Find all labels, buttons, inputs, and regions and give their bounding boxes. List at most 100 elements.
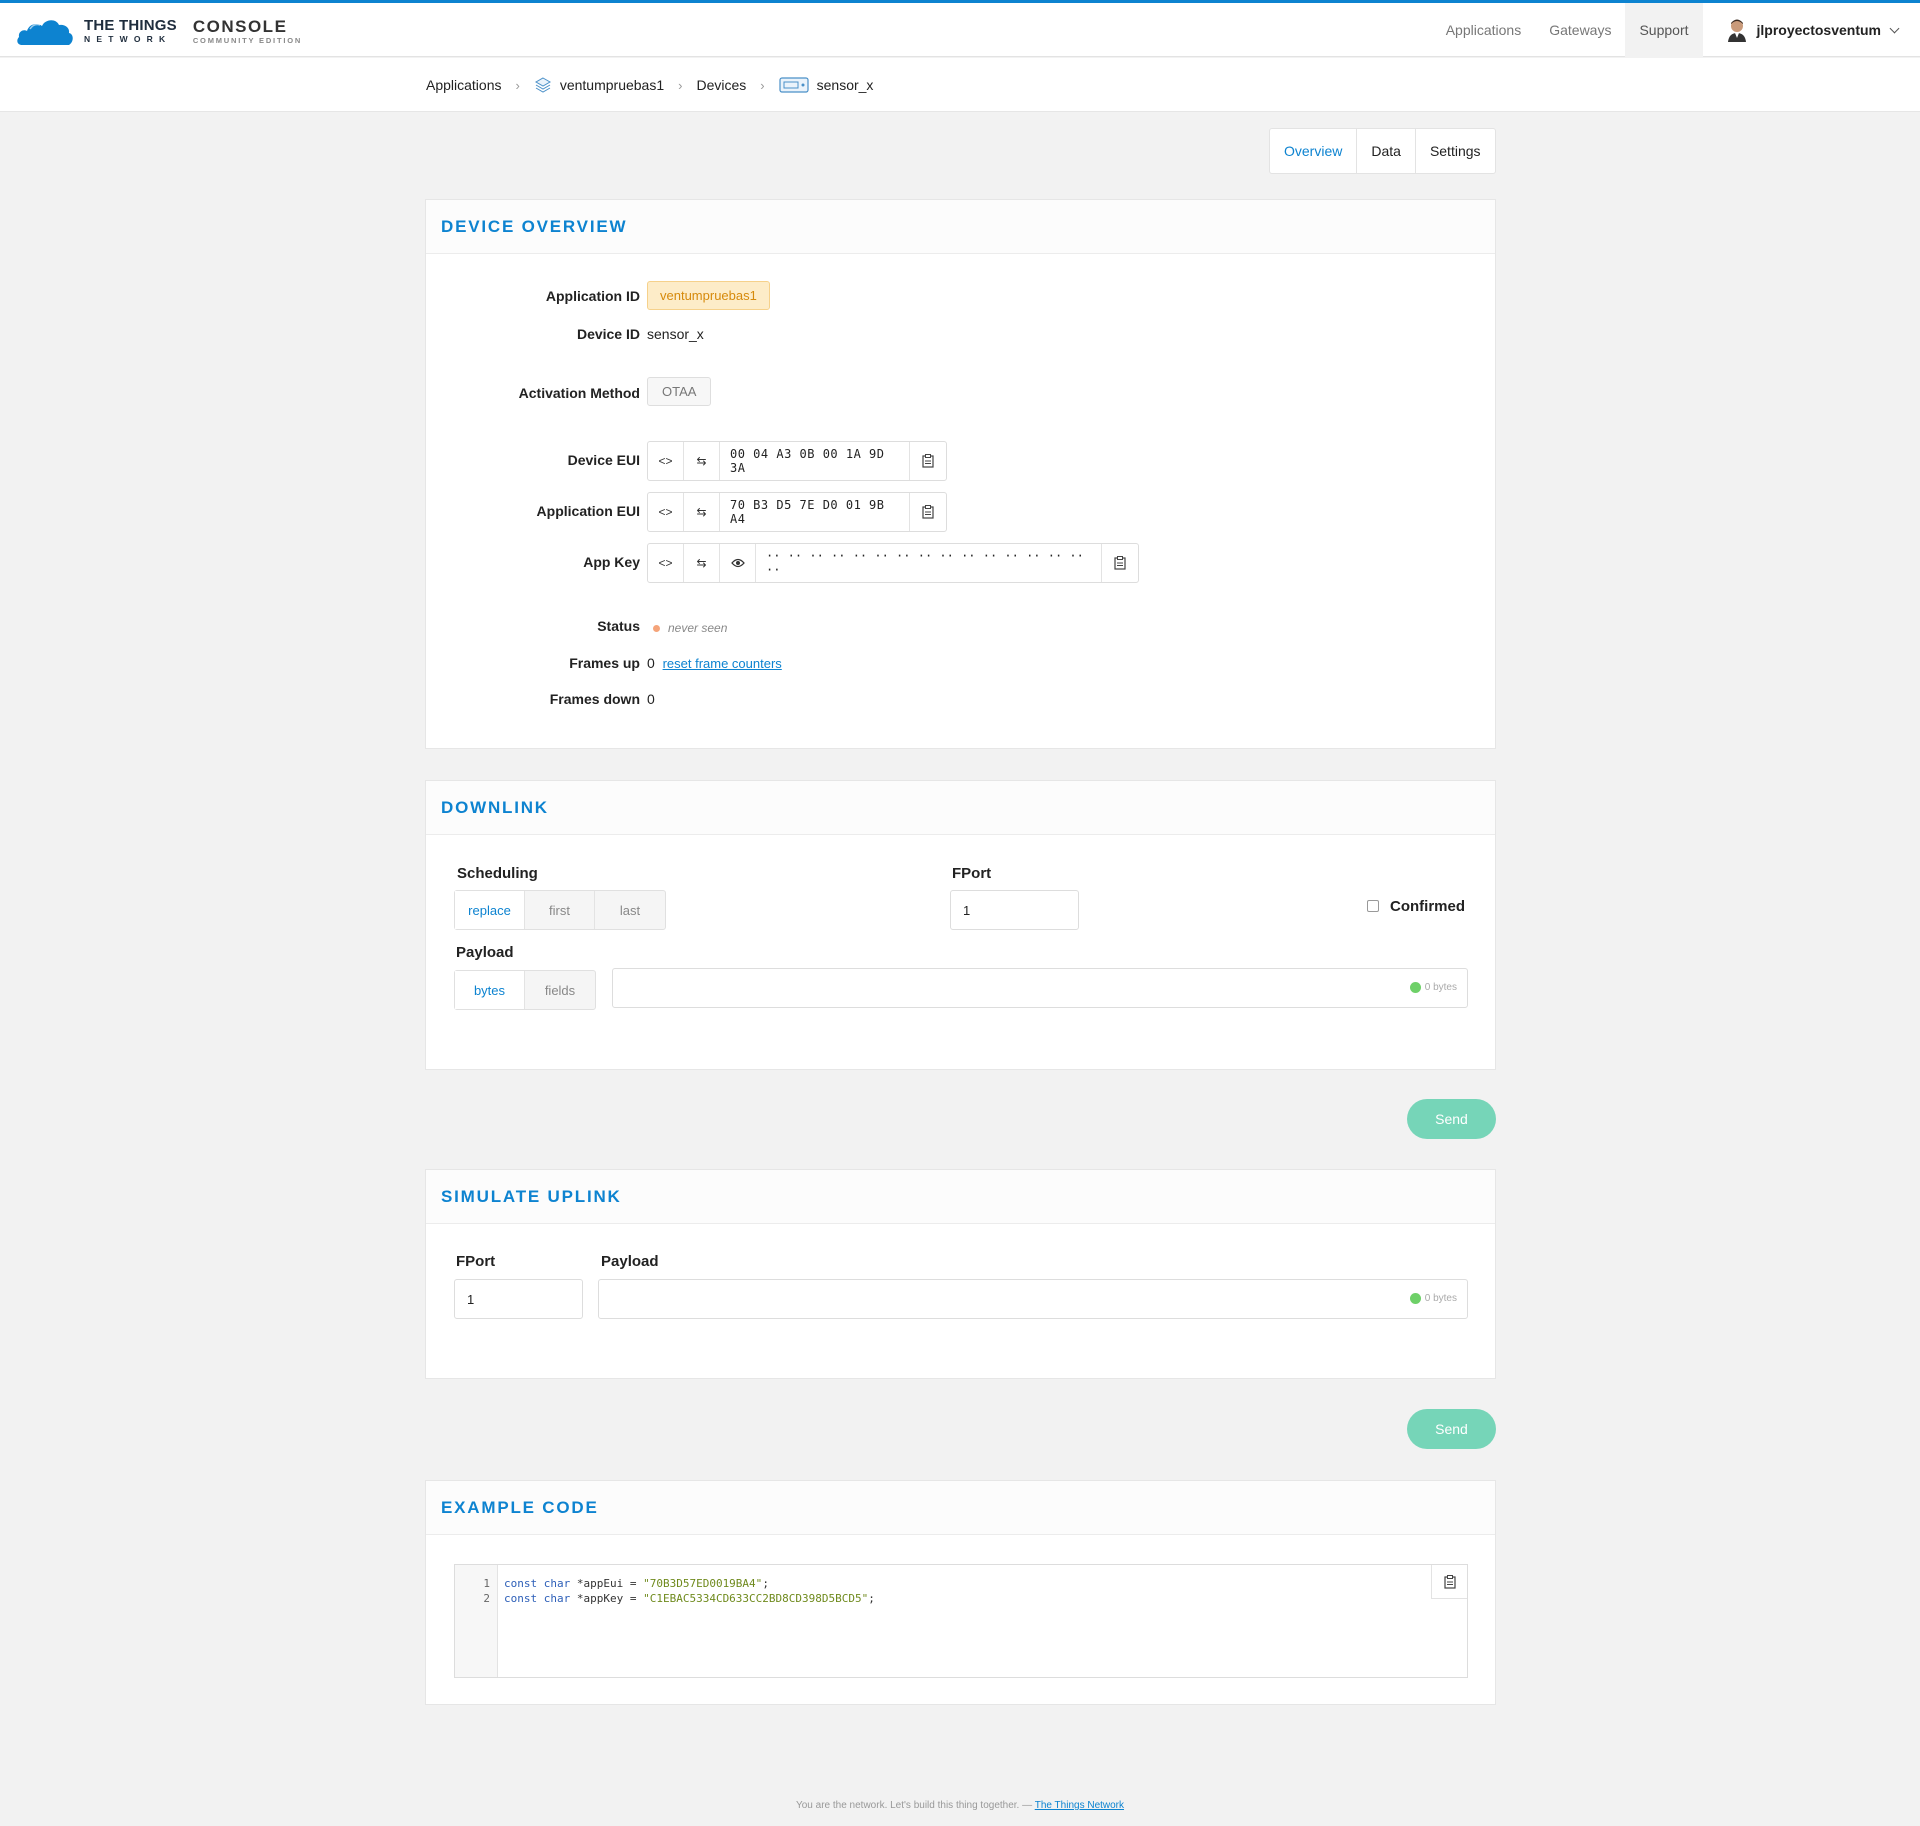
top-navbar: THE THINGS NETWORK CONSOLE COMMUNITY EDI…	[0, 3, 1920, 57]
application-eui-value: 70 B3 D5 7E D0 01 9B A4	[720, 493, 910, 531]
nav-gateways[interactable]: Gateways	[1535, 3, 1625, 57]
confirmed-checkbox[interactable]	[1367, 900, 1379, 912]
console-name: CONSOLE COMMUNITY EDITION	[193, 18, 302, 45]
code-end: ;	[762, 1577, 769, 1590]
frames-up-count: 0	[647, 655, 655, 671]
brand-name: THE THINGS NETWORK	[84, 18, 177, 44]
code-end: ;	[868, 1592, 875, 1605]
app-key-label: App Key	[583, 554, 640, 570]
breadcrumb-applications[interactable]: Applications	[426, 77, 502, 93]
brand-line2: NETWORK	[84, 34, 172, 45]
scheduling-replace[interactable]: replace	[455, 891, 525, 929]
application-id-label: Application ID	[545, 288, 640, 304]
status-text: never seen	[668, 621, 728, 635]
username: jlproyectosventum	[1756, 22, 1881, 38]
uplink-send-button[interactable]: Send	[1407, 1409, 1496, 1449]
card-header: SIMULATE UPLINK	[426, 1170, 1495, 1224]
device-eui-value: 00 04 A3 0B 00 1A 9D 3A	[720, 442, 910, 480]
nav-links: Applications Gateways Support jlproyecto…	[1432, 3, 1920, 57]
card-header: DOWNLINK	[426, 781, 1495, 835]
status-value: never seen	[653, 619, 727, 635]
frames-up-label: Frames up	[569, 655, 640, 671]
nav-applications[interactable]: Applications	[1432, 3, 1536, 57]
card-title: DOWNLINK	[441, 797, 549, 817]
frames-down-label: Frames down	[549, 691, 640, 707]
breadcrumb-devices[interactable]: Devices	[696, 77, 746, 93]
line-number: 2	[483, 1592, 490, 1605]
downlink-card: DOWNLINK Scheduling replace first last F…	[425, 780, 1496, 1070]
chevron-down-icon	[1889, 23, 1900, 33]
code-toggle-icon[interactable]: <>	[648, 442, 684, 480]
tab-overview[interactable]: Overview	[1270, 129, 1358, 173]
frames-down-value: 0	[647, 691, 655, 707]
downlink-fport-input[interactable]: 1	[950, 890, 1079, 930]
footer-ttn-link[interactable]: The Things Network	[1035, 1800, 1124, 1811]
nav-support[interactable]: Support	[1625, 3, 1703, 57]
payload-mode-fields[interactable]: fields	[525, 971, 595, 1009]
device-tabs: Overview Data Settings	[1269, 128, 1496, 174]
chevron-right-icon: ›	[515, 77, 520, 93]
device-eui-field: <> ⇆ 00 04 A3 0B 00 1A 9D 3A	[647, 441, 947, 481]
code-keyword: const char	[504, 1592, 571, 1605]
scheduling-selector: replace first last	[454, 890, 666, 930]
tab-settings[interactable]: Settings	[1416, 129, 1495, 173]
swap-order-icon[interactable]: ⇆	[684, 493, 720, 531]
scheduling-label: Scheduling	[457, 865, 538, 882]
device-overview-card: DEVICE OVERVIEW Application ID ventumpru…	[425, 199, 1496, 749]
breadcrumb-app[interactable]: ventumpruebas1	[560, 77, 664, 93]
code-keyword: const char	[504, 1577, 571, 1590]
downlink-payload-input[interactable]: 0 bytes	[612, 968, 1468, 1008]
line-number: 1	[483, 1577, 490, 1590]
scheduling-last[interactable]: last	[595, 891, 665, 929]
reset-frame-counters-link[interactable]: reset frame counters	[663, 656, 782, 671]
application-eui-label: Application EUI	[536, 503, 640, 519]
fport-label: FPort	[952, 865, 992, 882]
eye-icon[interactable]	[720, 544, 756, 582]
edition-label: COMMUNITY EDITION	[192, 35, 303, 45]
scheduling-first[interactable]: first	[525, 891, 595, 929]
clipboard-icon[interactable]	[1431, 1565, 1467, 1599]
line-numbers: 12	[455, 1565, 498, 1677]
clipboard-icon[interactable]	[910, 493, 946, 531]
code-line-2: const char *appKey = "C1EBAC5334CD633CC2…	[504, 1591, 875, 1606]
byte-count-text: 0 bytes	[1424, 982, 1457, 993]
breadcrumb-device: sensor_x	[816, 77, 874, 93]
tab-data[interactable]: Data	[1357, 129, 1416, 173]
clipboard-icon[interactable]	[1102, 544, 1138, 582]
app-key-field: <> ⇆ ·· ·· ·· ·· ·· ·· ·· ·· ·· ·· ·· ··…	[647, 543, 1139, 583]
cloud-logo-icon	[17, 20, 73, 45]
code-lines: const char *appEui = "70B3D57ED0019BA4";…	[504, 1576, 875, 1606]
payload-label: Payload	[601, 1253, 659, 1270]
payload-mode-bytes[interactable]: bytes	[455, 971, 525, 1009]
check-circle-icon	[1409, 982, 1421, 993]
footer: You are the network. Let's build this th…	[0, 1800, 1920, 1811]
layers-icon	[534, 76, 552, 94]
status-label: Status	[597, 618, 640, 634]
clipboard-icon[interactable]	[910, 442, 946, 480]
application-id-badge: ventumpruebas1	[647, 281, 770, 310]
user-menu[interactable]: jlproyectosventum	[1703, 3, 1920, 57]
status-dot-icon	[653, 625, 660, 632]
console-label: CONSOLE	[192, 16, 288, 36]
payload-label: Payload	[456, 944, 514, 961]
uplink-fport-input[interactable]: 1	[454, 1279, 583, 1319]
uplink-payload-input[interactable]: 0 bytes	[598, 1279, 1468, 1319]
byte-counter: 0 bytes	[1409, 1293, 1457, 1304]
code-string: "70B3D57ED0019BA4"	[643, 1577, 763, 1590]
payload-mode-selector: bytes fields	[454, 970, 596, 1010]
code-block[interactable]: 12 const char *appEui = "70B3D57ED0019BA…	[454, 1564, 1468, 1678]
swap-order-icon[interactable]: ⇆	[684, 442, 720, 480]
card-header: DEVICE OVERVIEW	[426, 200, 1495, 254]
frames-up-value: 0 reset frame counters	[647, 655, 782, 671]
code-toggle-icon[interactable]: <>	[648, 544, 684, 582]
card-header: EXAMPLE CODE	[426, 1481, 1495, 1535]
downlink-send-button[interactable]: Send	[1407, 1099, 1496, 1139]
device-eui-label: Device EUI	[567, 452, 640, 468]
example-code-card: EXAMPLE CODE 12 const char *appEui = "70…	[425, 1480, 1496, 1705]
code-toggle-icon[interactable]: <>	[648, 493, 684, 531]
ttn-logo[interactable]: THE THINGS NETWORK CONSOLE COMMUNITY EDI…	[16, 13, 302, 49]
swap-order-icon[interactable]: ⇆	[684, 544, 720, 582]
code-string: "C1EBAC5334CD633CC2BD8CD398D5BCD5"	[643, 1592, 869, 1605]
device-id-value: sensor_x	[647, 326, 704, 342]
brand-line1: THE THINGS	[84, 17, 177, 35]
